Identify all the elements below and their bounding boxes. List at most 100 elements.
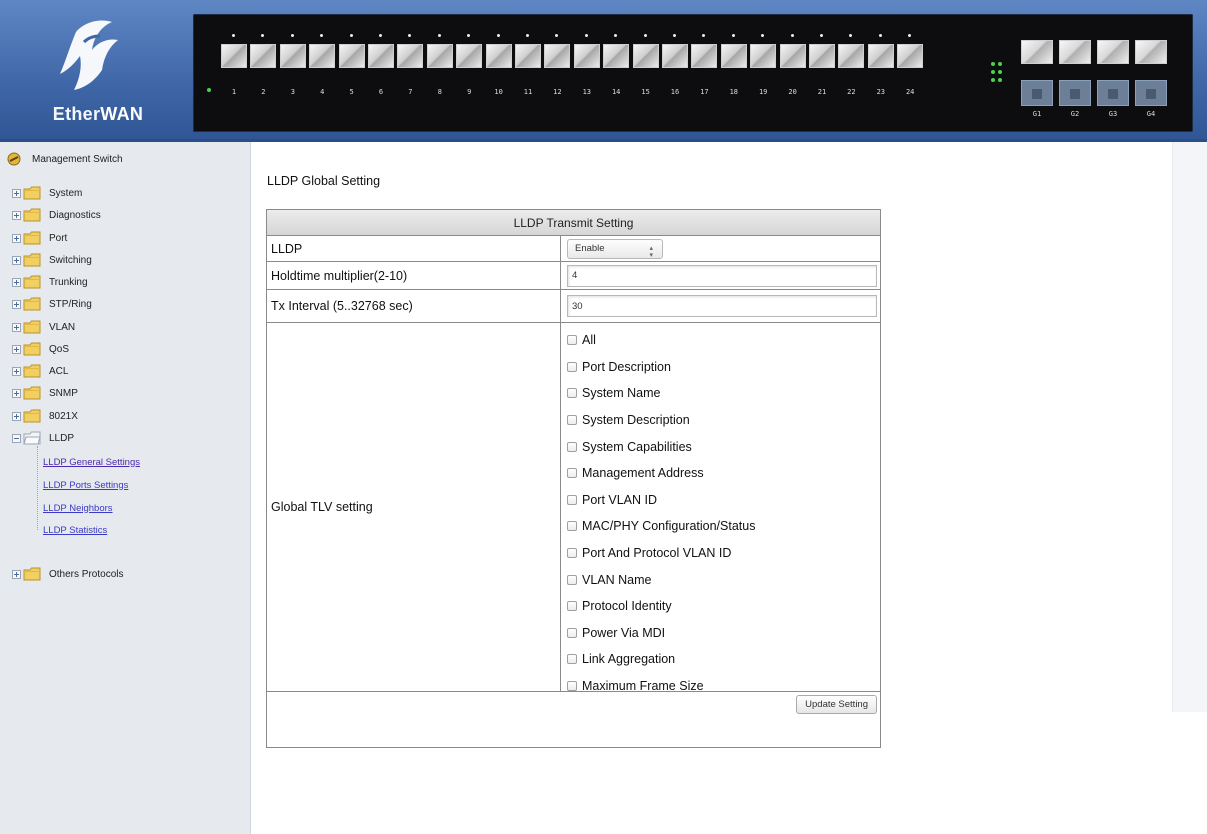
expand-icon[interactable] — [12, 344, 21, 354]
port-grid: 1 2 3 4 5 6 7 8 9 10 11 12 13 14 15 16 17 18 19 20 21 22 23 24 — [207, 32, 963, 122]
sidebar-item-port[interactable]: Port — [12, 229, 67, 247]
tlv-checkbox[interactable] — [567, 335, 577, 346]
expand-icon[interactable] — [12, 388, 21, 398]
port-led — [614, 34, 618, 37]
sidebar-item-8021x[interactable]: 8021X — [12, 407, 78, 425]
port-led — [908, 34, 912, 37]
expand-icon[interactable] — [12, 255, 21, 265]
tlv-checkbox[interactable] — [567, 601, 577, 612]
sidebar-item-trunking[interactable]: Trunking — [12, 273, 88, 291]
tlv-option-label: Power Via MDI — [582, 625, 666, 640]
folder-icon — [23, 409, 41, 423]
sfp-port — [809, 44, 835, 68]
tlv-option-label: Management Address — [582, 466, 704, 481]
port-number: 3 — [290, 88, 295, 96]
expand-icon[interactable] — [12, 277, 21, 287]
expand-icon[interactable] — [12, 188, 21, 198]
uplink-sfp-port — [1097, 40, 1129, 64]
sidebar-item-label: Diagnostics — [49, 209, 101, 221]
status-led — [998, 70, 1002, 74]
lldp-label: LLDP — [267, 236, 561, 261]
port-number: 16 — [670, 88, 680, 96]
port-led — [555, 34, 559, 37]
tlv-option: System Capabilities — [567, 433, 755, 460]
port-number: 19 — [758, 88, 768, 96]
lldp-enable-select[interactable]: Enable ▴ ▾ — [567, 238, 663, 259]
sidebar-item-system[interactable]: System — [12, 184, 82, 202]
folder-icon — [23, 342, 41, 356]
sfp-port — [250, 44, 277, 68]
port-number: 8 — [437, 88, 442, 96]
sidebar-item-others-protocols[interactable]: Others Protocols — [12, 565, 123, 583]
tlv-option-label: VLAN Name — [582, 572, 652, 587]
expand-icon[interactable] — [12, 299, 21, 309]
sidebar-item-label: System — [49, 187, 83, 199]
expand-icon[interactable] — [12, 411, 21, 421]
tree-connector — [37, 446, 38, 530]
row-holdtime: Holdtime multiplier(2-10) 4 — [267, 262, 880, 290]
row-actions: Update Setting — [267, 692, 880, 747]
sidebar-item-label: Others Protocols — [49, 568, 124, 580]
sidebar-item-switching[interactable]: Switching — [12, 251, 92, 269]
holdtime-input[interactable]: 4 — [567, 264, 877, 287]
sidebar-item-label: STP/Ring — [49, 298, 92, 310]
sidebar-item-lldp[interactable]: LLDP — [12, 429, 74, 447]
tlv-checkbox[interactable] — [567, 388, 577, 399]
sidebar-link-lldp-general-settings[interactable]: LLDP General Settings — [43, 453, 140, 471]
expand-icon[interactable] — [12, 569, 21, 579]
sidebar-item-diagnostics[interactable]: Diagnostics — [12, 206, 101, 224]
tlv-checkbox[interactable] — [567, 521, 577, 532]
sidebar-item-qos[interactable]: QoS — [12, 340, 69, 358]
folder-icon — [23, 364, 41, 378]
sfp-port — [603, 44, 630, 68]
tlv-option: System Description — [567, 407, 755, 434]
sidebar-link-lldp-neighbors[interactable]: LLDP Neighbors — [43, 499, 113, 517]
sidebar-link-lldp-statistics[interactable]: LLDP Statistics — [43, 521, 107, 539]
expand-icon[interactable] — [12, 366, 21, 376]
tlv-checkbox[interactable] — [567, 441, 577, 452]
collapse-icon[interactable] — [12, 433, 21, 443]
expand-icon[interactable] — [12, 233, 21, 243]
tx-interval-input[interactable]: 30 — [567, 295, 877, 317]
expand-icon[interactable] — [12, 210, 21, 220]
tlv-option-label: All — [582, 333, 596, 348]
tlv-checkbox[interactable] — [567, 361, 577, 372]
tree-root[interactable]: Management Switch — [6, 150, 123, 168]
port-led — [349, 34, 353, 37]
logo-mark-icon — [60, 20, 118, 90]
sidebar-item-label: 8021X — [49, 410, 78, 422]
sidebar-item-snmp[interactable]: SNMP — [12, 384, 78, 402]
sfp-port — [368, 44, 394, 68]
tlv-option-label: Maximum Frame Size — [582, 679, 704, 694]
tlv-option: Link Aggregation — [567, 646, 755, 673]
tlv-label: Global TLV setting — [267, 323, 561, 691]
tlv-checkbox[interactable] — [567, 574, 577, 585]
tlv-option-label: System Description — [582, 413, 690, 428]
tlv-checkbox[interactable] — [567, 654, 577, 665]
tlv-checkbox[interactable] — [567, 468, 577, 479]
update-setting-button[interactable]: Update Setting — [796, 695, 877, 714]
tlv-option-list: All Port Description System Name System Des… — [567, 323, 755, 701]
sidebar-item-label: Trunking — [49, 276, 88, 288]
tx-interval-label: Tx Interval (5..32768 sec) — [267, 290, 561, 322]
folder-icon — [23, 253, 41, 267]
tlv-checkbox[interactable] — [567, 681, 577, 692]
port-number-row: 1 2 3 4 5 6 7 8 9 10 11 12 13 14 15 16 17 18 19 20 21 22 23 24 — [213, 88, 953, 102]
port-number: 22 — [847, 88, 856, 96]
sfp-port — [485, 44, 512, 68]
tlv-checkbox[interactable] — [567, 415, 577, 426]
port-number: 6 — [378, 88, 384, 96]
sidebar-item-acl[interactable]: ACL — [12, 362, 68, 380]
tlv-checkbox[interactable] — [567, 548, 577, 559]
tlv-checkbox[interactable] — [567, 494, 577, 505]
port-number: 12 — [553, 88, 562, 96]
sidebar-item-vlan[interactable]: VLAN — [12, 318, 75, 336]
sfp-port — [397, 44, 424, 68]
uplink-rj45-port — [1059, 80, 1091, 106]
folder-icon — [23, 567, 41, 581]
sidebar-item-stp-ring[interactable]: STP/Ring — [12, 295, 92, 313]
tlv-checkbox[interactable] — [567, 627, 577, 638]
expand-icon[interactable] — [12, 322, 21, 332]
sfp-port — [515, 44, 541, 68]
sidebar-link-lldp-ports-settings[interactable]: LLDP Ports Settings — [43, 476, 128, 494]
